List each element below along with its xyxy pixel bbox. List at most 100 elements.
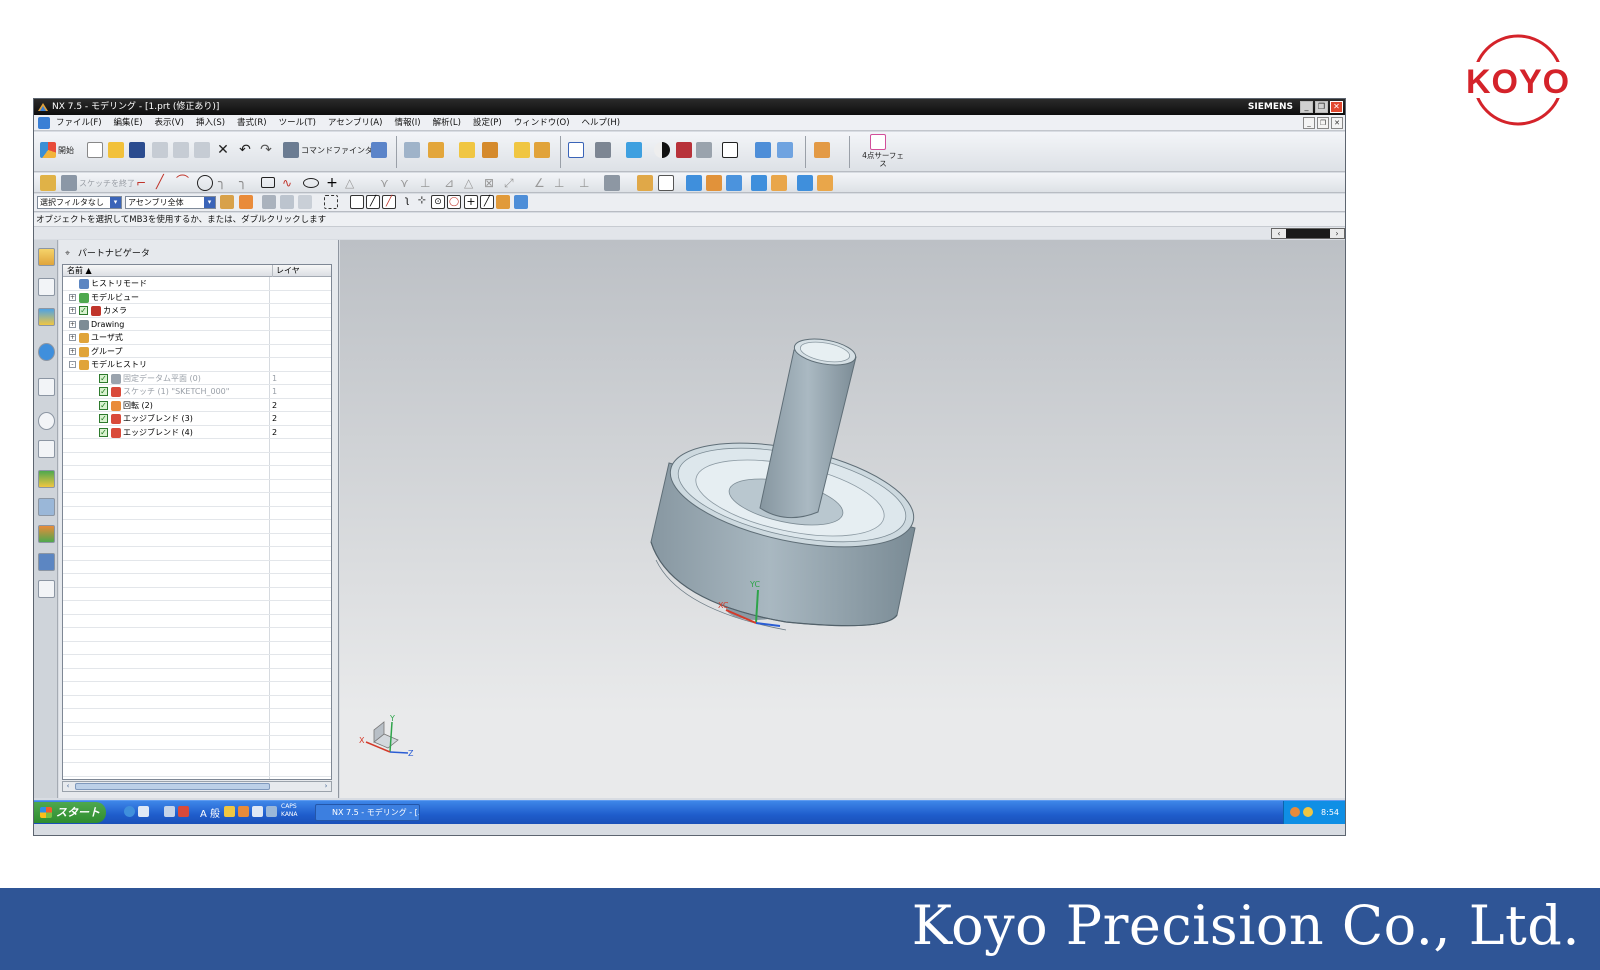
assembly-navigator-icon[interactable] (38, 248, 55, 266)
fit-view-icon[interactable] (568, 142, 584, 158)
rectangle-icon[interactable] (261, 177, 275, 188)
system-scenes-icon[interactable] (38, 553, 55, 571)
part-navigator-icon[interactable] (38, 308, 55, 326)
dictionary-icon[interactable] (224, 806, 235, 817)
alert-icon[interactable] (1303, 807, 1313, 817)
extend-icon[interactable]: ⋎ (400, 175, 416, 191)
parallel-dim-icon[interactable]: ⊥ (579, 175, 595, 191)
fillet-icon[interactable]: ╮ (218, 175, 234, 191)
visibility-checkbox[interactable]: ✓ (99, 400, 108, 410)
manufacturing-wizards-icon[interactable] (38, 498, 55, 516)
tree-row[interactable]: + Drawing (63, 317, 331, 331)
gray-cube-icon[interactable] (696, 142, 712, 158)
menu-assemblies[interactable]: アセンブリ(A) (322, 115, 389, 130)
process-studio-icon[interactable] (38, 470, 55, 488)
ime-icon[interactable] (178, 806, 189, 817)
menu-analysis[interactable]: 解析(L) (427, 115, 467, 130)
auto-constrain-icon[interactable]: ⊠ (484, 175, 500, 191)
minimize-button[interactable]: _ (1300, 101, 1313, 113)
offset-curve-icon[interactable]: △ (345, 175, 361, 191)
tree-row[interactable]: ヒストリモード (63, 277, 331, 291)
menu-preferences[interactable]: 設定(P) (467, 115, 508, 130)
snap-control-icon[interactable]: ╱ (382, 195, 396, 209)
ie-icon[interactable] (124, 806, 135, 817)
doc-close-button[interactable]: ✕ (1331, 117, 1343, 129)
type-filter-select[interactable]: 選択フィルタなし ▾ (37, 196, 122, 209)
finish-sketch-label[interactable]: スケッチを終了 (79, 178, 135, 189)
arc-icon[interactable]: ⌒ (176, 175, 192, 191)
render-style-icon[interactable] (595, 142, 611, 158)
selection-tool-icon[interactable] (371, 142, 387, 158)
selection-scope-select[interactable]: アセンブリ全体 ▾ (125, 196, 216, 209)
visibility-checkbox[interactable]: ✓ (79, 306, 88, 315)
constraint-icon[interactable]: ⊿ (444, 175, 460, 191)
snap-on-face-icon[interactable]: ╱ (480, 195, 494, 209)
command-finder-icon[interactable] (283, 142, 299, 158)
expand-icon[interactable]: + (69, 334, 76, 341)
close-button[interactable]: ✕ (1330, 101, 1343, 113)
trim-icon[interactable]: ⋎ (380, 175, 396, 191)
menu-format[interactable]: 書式(R) (231, 115, 273, 130)
circle-icon[interactable] (197, 175, 213, 191)
redo-icon[interactable]: ↷ (258, 142, 274, 158)
new-file-icon[interactable] (87, 142, 103, 158)
expand-icon[interactable]: + (69, 293, 76, 301)
snap-point-on-curve-icon[interactable]: + (464, 195, 478, 209)
line-icon[interactable]: ╱ (156, 175, 172, 191)
select-edge-icon[interactable] (298, 195, 312, 209)
tree-row[interactable]: ✓ 固定データム平面 (0) 1 (63, 371, 331, 385)
taskbar-nx-window[interactable]: NX 7.5 - モデリング - [... (315, 804, 420, 821)
section-icon[interactable] (676, 142, 692, 158)
hole-icon[interactable] (726, 175, 742, 191)
point-plus-icon[interactable]: + (324, 175, 340, 191)
expand-icon[interactable]: + (69, 307, 76, 314)
tree-row[interactable]: ✓ エッジブレンド (3) 2 (63, 412, 331, 426)
snap-endpoint-icon[interactable] (350, 195, 364, 209)
tree-row[interactable]: + ユーザ式 (63, 331, 331, 345)
four-point-surface-label[interactable]: 4点サーフェス (860, 152, 906, 168)
snap-arc-center-icon[interactable]: ⊹ (415, 195, 429, 209)
four-point-surface-icon[interactable] (870, 134, 886, 150)
roles-icon[interactable] (38, 525, 55, 543)
assembly-icon[interactable] (814, 142, 830, 158)
tree-row[interactable]: ✓ スケッチ (1) "SKETCH_000" 1 (63, 385, 331, 399)
scroll-thumb[interactable] (75, 783, 270, 790)
chamfer-icon[interactable]: ╮ (239, 175, 255, 191)
network-icon[interactable] (1290, 807, 1300, 817)
frame-icon[interactable] (722, 142, 738, 158)
scroll-left-icon[interactable]: ‹ (1272, 229, 1286, 238)
visibility-checkbox[interactable]: ✓ (99, 373, 108, 383)
palette-icon[interactable] (38, 580, 55, 598)
snap-quadrant-icon[interactable]: ⊙ (431, 195, 445, 209)
open-folder-icon[interactable] (108, 142, 124, 158)
boss-icon[interactable] (751, 175, 767, 191)
column-layer[interactable]: レイヤ (272, 265, 331, 277)
deselect-icon[interactable] (262, 195, 276, 209)
finish-sketch-icon[interactable] (61, 175, 77, 191)
dimension-icon[interactable]: △ (464, 175, 480, 191)
snap-intersection-icon[interactable]: ʅ (400, 195, 414, 209)
start-label[interactable]: 開始 (58, 145, 74, 156)
select-face-icon[interactable] (280, 195, 294, 209)
tree-horizontal-scrollbar[interactable]: ‹ › (62, 781, 332, 792)
shaded-cube-icon[interactable] (626, 142, 642, 158)
scroll-right-icon[interactable]: › (1330, 229, 1344, 238)
menu-view[interactable]: 表示(V) (149, 115, 190, 130)
horizontal-scrollbar[interactable]: ‹ › (1271, 228, 1345, 239)
polygon-icon[interactable]: ∿ (282, 175, 298, 191)
ellipse-icon[interactable] (303, 178, 319, 188)
layer-icon[interactable] (404, 142, 420, 158)
tree-row[interactable]: - モデルヒストリ (63, 358, 331, 372)
pocket-icon[interactable] (771, 175, 787, 191)
menu-help[interactable]: ヘルプ(H) (576, 115, 627, 130)
menu-information[interactable]: 情報(I) (388, 115, 426, 130)
cut-icon[interactable] (152, 142, 168, 158)
graphics-window[interactable]: YC XC Y X Z (340, 240, 1345, 798)
snap-existing-point-icon[interactable]: ◯ (447, 195, 461, 209)
scroll-right-icon[interactable]: › (321, 782, 331, 791)
orient-icon[interactable] (755, 142, 771, 158)
contrast-icon[interactable] (654, 142, 670, 158)
pin-icon[interactable]: ⌖ (65, 249, 75, 259)
menu-insert[interactable]: 挿入(S) (190, 115, 231, 130)
tree-row[interactable]: + グループ (63, 344, 331, 358)
